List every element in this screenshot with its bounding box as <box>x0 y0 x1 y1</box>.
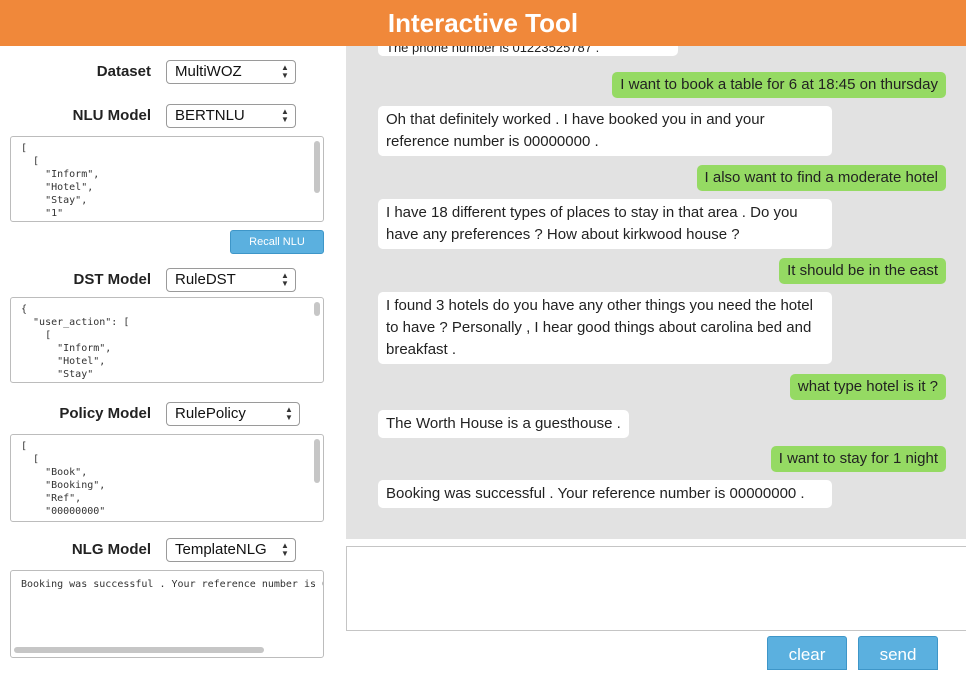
app-title: Interactive Tool <box>387 7 579 38</box>
dst-output-text: { "user_action": [ [ "Inform", "Hotel", … <box>21 304 130 380</box>
nlg-output-scrollbar[interactable] <box>14 647 264 653</box>
clear-button[interactable]: clear <box>767 636 847 670</box>
clear-button-label: clear <box>788 645 826 664</box>
nlg-select[interactable]: TemplateNLG ▲ ▼ <box>166 538 296 562</box>
nlu-select-value: BERTNLU <box>175 107 245 124</box>
dst-output[interactable]: { "user_action": [ [ "Inform", "Hotel", … <box>10 297 324 383</box>
system-message: The phone number is 01223525787 . <box>378 46 678 56</box>
left-panel: Dataset MultiWOZ ▲ ▼ NLU Model BERTNLU ▲ ▼… <box>0 46 335 666</box>
policy-output-text: [ [ "Book", "Booking", "Ref", "00000000" <box>21 441 106 517</box>
policy-output-scrollbar[interactable] <box>314 439 320 483</box>
recall-nlu-button[interactable]: Recall NLU <box>230 230 324 254</box>
dst-row: DST Model RuleDST ▲ ▼ <box>0 266 335 296</box>
nlu-select[interactable]: BERTNLU ▲ ▼ <box>166 104 296 128</box>
system-message: I have 18 different types of places to s… <box>378 199 832 249</box>
user-message: I also want to find a moderate hotel <box>696 165 946 191</box>
message-input[interactable] <box>346 546 966 631</box>
select-arrows-icon: ▲ ▼ <box>285 405 293 422</box>
nlu-row: NLU Model BERTNLU ▲ ▼ <box>0 102 335 132</box>
dataset-label: Dataset <box>96 63 151 80</box>
user-message: I want to stay for 1 night <box>770 446 946 472</box>
policy-label: Policy Model <box>59 405 151 422</box>
system-message: The Worth House is a guesthouse . <box>378 410 629 438</box>
nlg-select-value: TemplateNLG <box>175 541 267 558</box>
nlg-output[interactable]: Booking was successful . Your reference … <box>10 570 324 658</box>
dataset-select-value: MultiWOZ <box>175 63 242 80</box>
nlg-row: NLG Model TemplateNLG ▲ ▼ <box>0 536 335 566</box>
send-button[interactable]: send <box>858 636 938 670</box>
nlu-label: NLU Model <box>72 107 151 124</box>
dataset-row: Dataset MultiWOZ ▲ ▼ <box>0 58 335 88</box>
dst-select[interactable]: RuleDST ▲ ▼ <box>166 268 296 292</box>
app-header: Interactive Tool <box>0 0 966 46</box>
select-arrows-icon: ▲ ▼ <box>281 541 289 558</box>
policy-select[interactable]: RulePolicy ▲ ▼ <box>166 402 300 426</box>
dst-output-scrollbar[interactable] <box>314 302 320 316</box>
user-message: It should be in the east <box>779 258 946 284</box>
system-message: Oh that definitely worked . I have booke… <box>378 106 832 156</box>
policy-row: Policy Model RulePolicy ▲ ▼ <box>0 400 335 430</box>
recall-nlu-label: Recall NLU <box>249 236 305 248</box>
user-message: I want to book a table for 6 at 18:45 on… <box>612 72 946 98</box>
system-message: I found 3 hotels do you have any other t… <box>378 292 832 364</box>
dst-label: DST Model <box>73 271 152 288</box>
nlg-label: NLG Model <box>71 541 151 558</box>
policy-output[interactable]: [ [ "Book", "Booking", "Ref", "00000000" <box>10 434 324 522</box>
policy-select-value: RulePolicy <box>175 405 246 422</box>
select-arrows-icon: ▲ ▼ <box>281 271 289 288</box>
nlu-output[interactable]: [ [ "Inform", "Hotel", "Stay", "1" <box>10 136 324 222</box>
nlu-output-scrollbar[interactable] <box>314 141 320 193</box>
nlu-output-text: [ [ "Inform", "Hotel", "Stay", "1" <box>21 143 100 219</box>
select-arrows-icon: ▲ ▼ <box>281 107 289 124</box>
send-button-label: send <box>879 645 917 664</box>
user-message: what type hotel is it ? <box>789 374 946 400</box>
dst-select-value: RuleDST <box>175 271 236 288</box>
nlg-output-text: Booking was successful . Your reference … <box>21 579 323 590</box>
select-arrows-icon: ▲ ▼ <box>281 63 289 80</box>
chat-panel[interactable]: The phone number is 01223525787 . I want… <box>346 46 966 539</box>
system-message: Booking was successful . Your reference … <box>378 480 832 508</box>
dataset-select[interactable]: MultiWOZ ▲ ▼ <box>166 60 296 84</box>
